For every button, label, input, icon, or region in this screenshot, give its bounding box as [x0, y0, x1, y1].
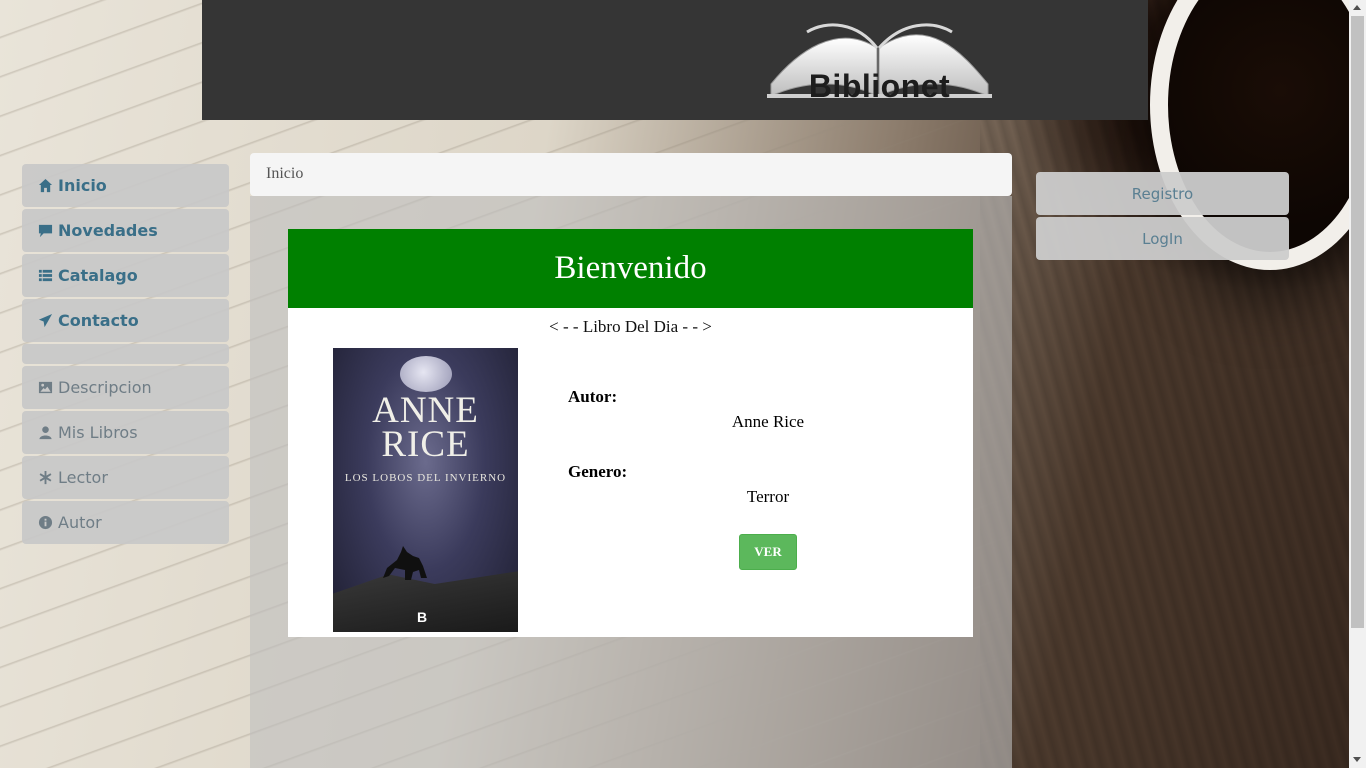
cover-author: ANNE RICE	[333, 390, 518, 465]
sidebar-divider	[22, 344, 229, 364]
view-book-button[interactable]: VER	[739, 534, 797, 570]
sidebar-item-mis-libros[interactable]: Mis Libros	[22, 411, 229, 454]
autor-value: Anne Rice	[731, 412, 805, 431]
asterisk-icon	[38, 470, 58, 485]
send-icon	[38, 313, 58, 328]
breadcrumb: Inicio	[250, 153, 1012, 196]
register-button[interactable]: Registro	[1036, 172, 1289, 215]
info-icon	[38, 515, 58, 530]
sidebar-item-label: Novedades	[58, 221, 158, 240]
genero-value: Terror	[746, 487, 790, 506]
autor-label: Autor:	[568, 387, 618, 406]
sidebar-item-label: Mis Libros	[58, 423, 138, 442]
sidebar-item-descripcion[interactable]: Descripcion	[22, 366, 229, 409]
sidebar-item-inicio[interactable]: Inicio	[22, 164, 229, 207]
cover-author-line-1: ANNE	[372, 390, 479, 431]
scroll-down-arrow-icon[interactable]	[1353, 757, 1361, 762]
login-button[interactable]: LogIn	[1036, 217, 1289, 260]
welcome-title: Bienvenido	[554, 250, 707, 286]
picture-icon	[38, 380, 58, 395]
cover-author-line-2: RICE	[381, 424, 470, 465]
sidebar-item-autor[interactable]: Autor	[22, 501, 229, 544]
book-of-the-day-card: Bienvenido < - - Libro Del Dia - - > ANN…	[288, 229, 973, 637]
sidebar-item-lector[interactable]: Lector	[22, 456, 229, 499]
scrollbar-thumb[interactable]	[1351, 16, 1364, 628]
user-icon	[38, 425, 58, 440]
genero-label: Genero:	[568, 462, 628, 481]
site-header: Biblionet	[202, 0, 1148, 120]
sidebar-item-label: Autor	[58, 513, 102, 532]
book-of-the-day-heading: < - - Libro Del Dia - - >	[549, 317, 712, 336]
wolf-icon	[383, 546, 427, 580]
sidebar-item-novedades[interactable]: Novedades	[22, 209, 229, 252]
home-icon	[38, 178, 58, 193]
sidebar-item-label: Descripcion	[58, 378, 152, 397]
sidebar-item-label: Lector	[58, 468, 108, 487]
sidebar-item-contacto[interactable]: Contacto	[22, 299, 229, 342]
sidebar-item-label: Contacto	[58, 311, 139, 330]
biblionet-logo[interactable]: Biblionet	[767, 12, 992, 104]
book-cover-image[interactable]: ANNE RICE LOS LOBOS DEL INVIERNO B	[333, 348, 518, 632]
logo-text: Biblionet	[808, 68, 951, 104]
cover-moon	[400, 356, 452, 392]
welcome-banner: Bienvenido	[288, 229, 973, 308]
list-icon	[38, 268, 58, 283]
comment-icon	[38, 223, 58, 238]
scroll-up-arrow-icon[interactable]	[1353, 5, 1361, 10]
sidebar-item-label: Inicio	[58, 176, 107, 195]
cover-publisher-logo: B	[417, 609, 428, 625]
sidebar-nav: Inicio Novedades Catalago Contacto Descr…	[22, 164, 229, 546]
breadcrumb-current[interactable]: Inicio	[266, 165, 303, 182]
cover-title: LOS LOBOS DEL INVIERNO	[344, 472, 507, 484]
sidebar-item-catalago[interactable]: Catalago	[22, 254, 229, 297]
sidebar-item-label: Catalago	[58, 266, 138, 285]
